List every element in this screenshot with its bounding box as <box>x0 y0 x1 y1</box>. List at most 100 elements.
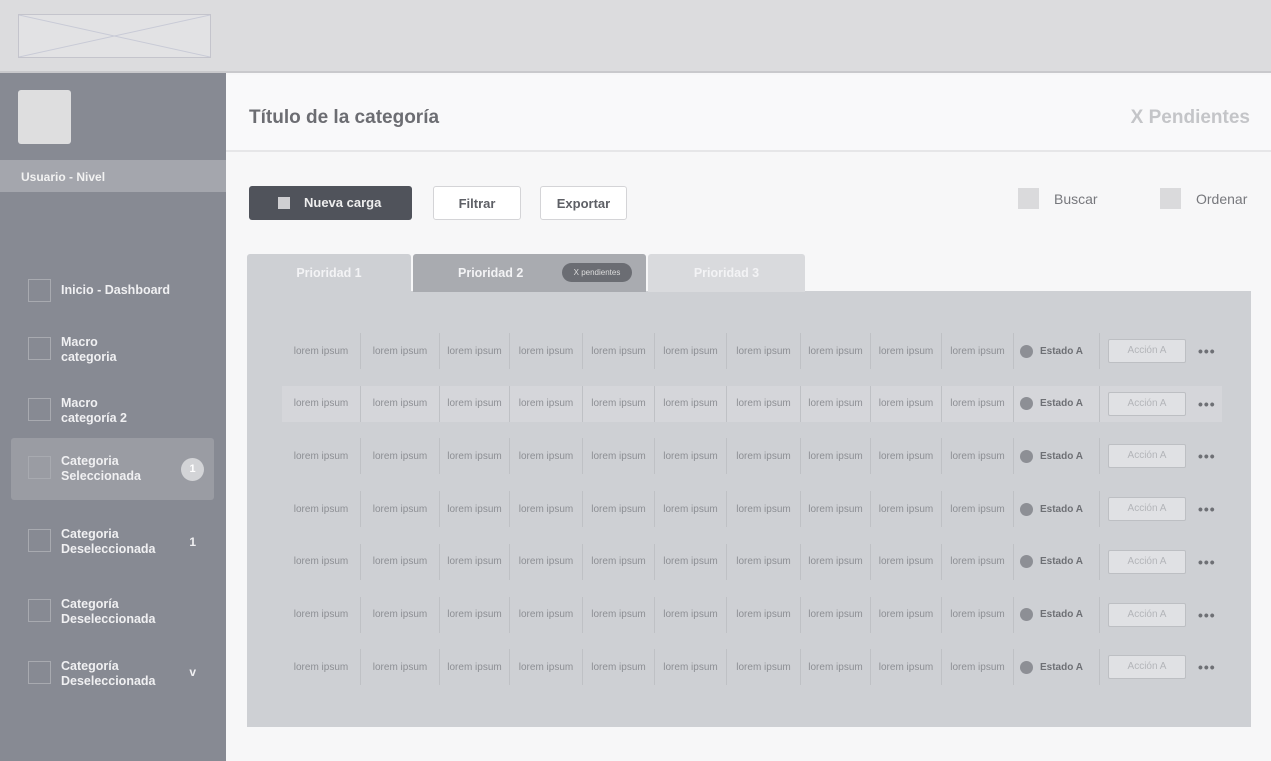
action-button[interactable]: Acción A <box>1108 444 1186 469</box>
more-options-icon[interactable]: ••• <box>1198 396 1216 412</box>
checkbox-icon <box>28 279 51 302</box>
table-cell: lorem ipsum <box>282 596 361 633</box>
status-dot-icon <box>1020 449 1033 463</box>
table-cell: lorem ipsum <box>801 543 871 580</box>
sidebar-item[interactable]: Categoría Deseleccionada v <box>11 643 214 705</box>
export-button[interactable]: Exportar <box>540 186 627 220</box>
more-options-icon[interactable]: ••• <box>1198 607 1216 623</box>
avatar[interactable] <box>18 90 71 144</box>
filter-button[interactable]: Filtrar <box>433 186 521 220</box>
table-cell: lorem ipsum <box>801 438 871 475</box>
more-options-icon[interactable]: ••• <box>1198 343 1216 359</box>
action-button[interactable]: Acción A <box>1108 339 1186 363</box>
table-row[interactable]: lorem ipsum lorem ipsum lorem ipsum lorem i… <box>282 333 1222 369</box>
action-button[interactable]: Acción A <box>1108 602 1186 627</box>
label-line-2: Deseleccionada <box>61 542 156 556</box>
table-cell: lorem ipsum <box>361 649 440 686</box>
checkbox-icon <box>28 337 51 360</box>
status-cell: Estado A <box>1014 438 1100 475</box>
table-row[interactable]: lorem ipsum lorem ipsum lorem ipsum lorem i… <box>282 438 1222 475</box>
more-options-icon[interactable]: ••• <box>1198 501 1216 517</box>
pending-count: X Pendientes <box>1130 107 1250 128</box>
table-cell: lorem ipsum <box>510 491 583 528</box>
pending-badge: X pendientes <box>562 263 632 282</box>
more-options-icon[interactable]: ••• <box>1198 554 1216 570</box>
action-button[interactable]: Acción A <box>1108 497 1186 522</box>
status-cell: Estado A <box>1014 385 1100 422</box>
table-cell: lorem ipsum <box>727 543 801 580</box>
action-button[interactable]: Acción A <box>1108 549 1186 574</box>
table-row[interactable]: lorem ipsum lorem ipsum lorem ipsum lorem i… <box>282 596 1222 633</box>
table-cell: lorem ipsum <box>871 543 942 580</box>
table-cell: lorem ipsum <box>440 649 510 686</box>
more-options-icon[interactable]: ••• <box>1198 448 1216 464</box>
logo-placeholder-icon[interactable] <box>18 14 211 58</box>
sort-icon <box>1160 188 1181 209</box>
table-cell: lorem ipsum <box>801 649 871 686</box>
table-cell: lorem ipsum <box>727 649 801 686</box>
label-line-2: categoría 2 <box>61 411 128 425</box>
status-cell: Estado A <box>1014 333 1100 369</box>
chevron-down-icon[interactable]: v <box>189 665 196 680</box>
checkbox-icon <box>28 599 51 622</box>
table-cell: lorem ipsum <box>583 596 655 633</box>
table-cell: lorem ipsum <box>655 543 727 580</box>
status-cell: Estado A <box>1014 649 1100 686</box>
sidebar-item[interactable]: Macro categoría 2 <box>11 380 214 442</box>
table-cell: lorem ipsum <box>801 333 871 369</box>
table-cell: lorem ipsum <box>801 385 871 422</box>
status-label: Estado A <box>1040 503 1083 515</box>
table-cell: lorem ipsum <box>282 543 361 580</box>
status-label: Estado A <box>1040 609 1083 620</box>
table-cell: lorem ipsum <box>727 596 801 633</box>
status-label: Estado A <box>1040 661 1083 673</box>
sidebar-item[interactable]: Inicio - Dashboard <box>11 263 214 325</box>
status-label: Estado A <box>1040 345 1083 357</box>
action-button[interactable]: Acción A <box>1108 391 1186 416</box>
table-row[interactable]: lorem ipsum lorem ipsum lorem ipsum lorem i… <box>282 543 1222 580</box>
sidebar-item[interactable]: Categoria Deseleccionada 1 <box>11 511 214 573</box>
table-cell: lorem ipsum <box>282 385 361 422</box>
table-cell: lorem ipsum <box>727 438 801 475</box>
table-cell: lorem ipsum <box>871 649 942 686</box>
table-cell: lorem ipsum <box>510 649 583 686</box>
table-cell: lorem ipsum <box>510 438 583 475</box>
table-cell: lorem ipsum <box>801 491 871 528</box>
action-button[interactable]: Acción A <box>1108 655 1186 680</box>
sidebar-item[interactable]: Macro categoria <box>11 319 214 381</box>
search-icon <box>1018 188 1039 209</box>
notification-badge: 1 <box>181 458 204 481</box>
table-row[interactable]: lorem ipsum lorem ipsum lorem ipsum lorem i… <box>282 491 1222 528</box>
table-row[interactable]: lorem ipsum lorem ipsum lorem ipsum lorem i… <box>282 385 1222 422</box>
table-cell: lorem ipsum <box>361 543 440 580</box>
table-cell: lorem ipsum <box>942 385 1014 422</box>
sidebar-item[interactable]: Categoría Deseleccionada <box>11 581 214 643</box>
sidebar-item-label: Categoria Seleccionada <box>61 454 141 484</box>
table-cell: lorem ipsum <box>727 491 801 528</box>
tab-prioridad-3[interactable]: Prioridad 3 <box>648 254 805 292</box>
new-upload-button[interactable]: Nueva carga <box>249 186 412 220</box>
table-cell: lorem ipsum <box>361 385 440 422</box>
status-label: Estado A <box>1040 556 1083 568</box>
table-cell: lorem ipsum <box>727 385 801 422</box>
tab-prioridad-1[interactable]: Prioridad 1 <box>247 254 411 294</box>
table-cell: lorem ipsum <box>583 649 655 686</box>
table-cell: lorem ipsum <box>361 491 440 528</box>
label-line-1: Categoria <box>61 527 119 541</box>
table-cell: lorem ipsum <box>440 385 510 422</box>
status-dot-icon <box>1020 608 1033 621</box>
more-options-icon[interactable]: ••• <box>1198 659 1216 675</box>
sidebar-item-label: Macro categoría 2 <box>61 396 127 426</box>
table-cell: lorem ipsum <box>510 333 583 369</box>
table-cell: lorem ipsum <box>583 333 655 369</box>
table-cell: lorem ipsum <box>583 543 655 580</box>
table-row[interactable]: lorem ipsum lorem ipsum lorem ipsum lorem i… <box>282 649 1222 686</box>
checkbox-icon <box>28 529 51 552</box>
status-cell: Estado A <box>1014 491 1100 528</box>
tab-prioridad-2[interactable]: Prioridad 2X pendientes <box>413 254 646 292</box>
table-cell: lorem ipsum <box>510 385 583 422</box>
label-line-2: Seleccionada <box>61 469 141 483</box>
table-cell: lorem ipsum <box>801 596 871 633</box>
sidebar-item-label: Categoria Deseleccionada <box>61 527 156 557</box>
sidebar-item[interactable]: Categoria Seleccionada 1 <box>11 438 214 500</box>
